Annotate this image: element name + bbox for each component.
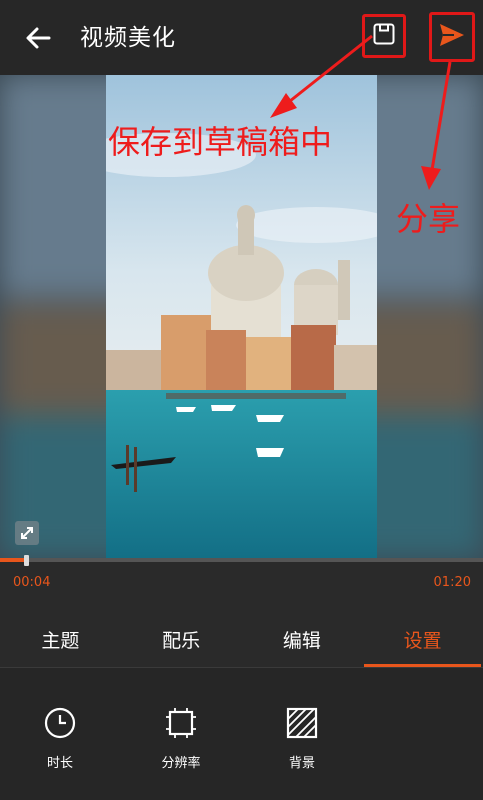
- settings-tools: 时长 分辨率 背景: [0, 668, 483, 800]
- resolution-tool[interactable]: 分辨率: [141, 706, 221, 771]
- tab-music[interactable]: 配乐: [121, 612, 242, 667]
- save-annotation-label: 保存到草稿箱中: [108, 123, 333, 161]
- progress-bar[interactable]: [0, 558, 483, 562]
- duration-label: 时长: [46, 756, 73, 771]
- top-bar: 视频美化: [0, 0, 483, 75]
- clock-icon: [20, 706, 100, 740]
- save-icon: [372, 22, 396, 50]
- tab-edit[interactable]: 编辑: [242, 612, 363, 667]
- tab-theme[interactable]: 主题: [0, 612, 121, 667]
- background-pattern-icon: [262, 706, 342, 740]
- progress-fill: [0, 558, 25, 562]
- back-arrow-icon[interactable]: [22, 22, 54, 54]
- resolution-label: 分辨率: [161, 756, 201, 771]
- save-draft-button[interactable]: [362, 14, 406, 58]
- share-button[interactable]: [429, 12, 475, 62]
- background-label: 背景: [288, 756, 315, 771]
- share-annotation-label: 分享: [396, 200, 461, 238]
- background-tool[interactable]: 背景: [262, 706, 342, 771]
- current-time: 00:04: [13, 575, 51, 590]
- progress-thumb[interactable]: [24, 555, 30, 566]
- resolution-icon: [141, 706, 221, 740]
- tab-settings[interactable]: 设置: [362, 612, 483, 667]
- tab-bar: 主题 配乐 编辑 设置: [0, 612, 483, 667]
- send-icon: [438, 22, 466, 52]
- expand-icon[interactable]: [14, 520, 40, 546]
- total-time: 01:20: [433, 575, 471, 590]
- duration-tool[interactable]: 时长: [20, 706, 100, 771]
- page-title: 视频美化: [80, 25, 176, 51]
